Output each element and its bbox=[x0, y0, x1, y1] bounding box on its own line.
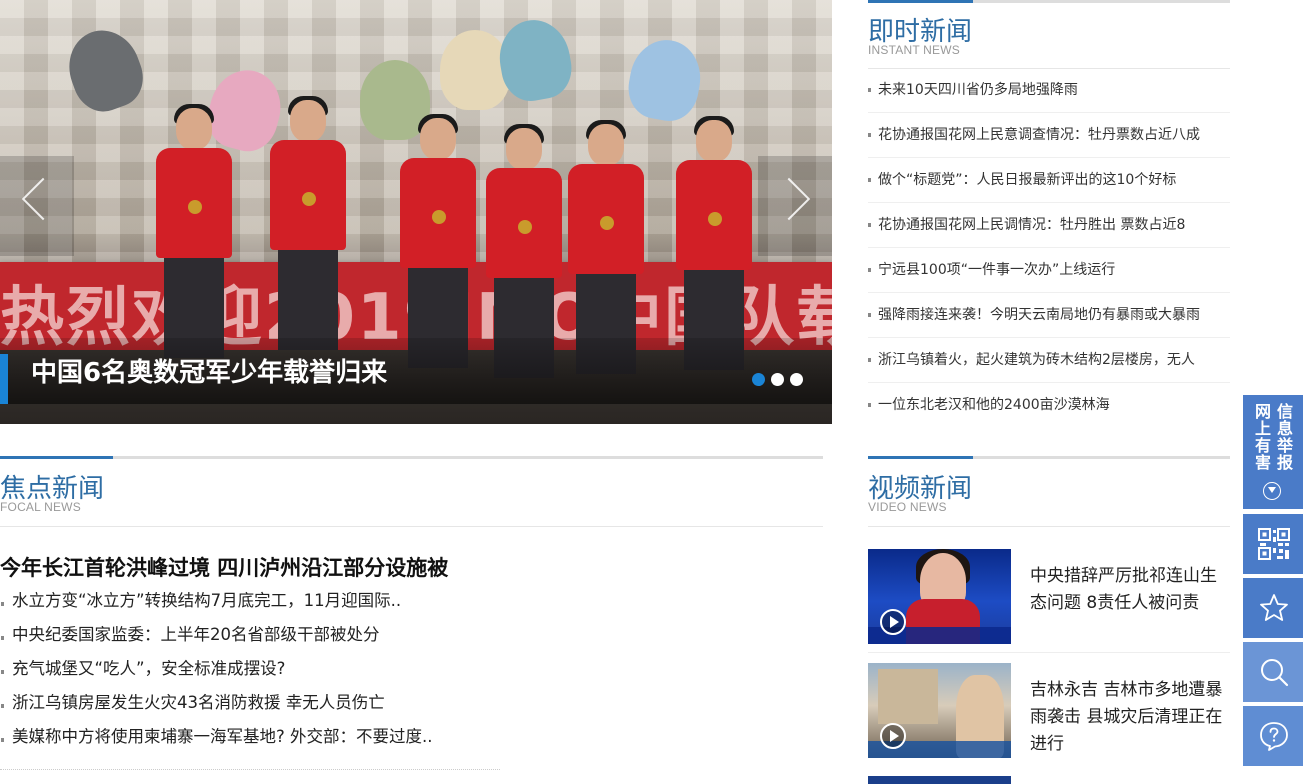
focal-headline[interactable]: 今年长江首轮洪峰过境 四川泸州沿江部分设施被 bbox=[0, 552, 448, 582]
news-item[interactable]: 中央纪委国家监委：上半年20名省部级干部被处分 bbox=[0, 621, 500, 655]
slider-caption[interactable]: 中国6名奥数冠军少年载誉归来 bbox=[31, 352, 387, 389]
caption-accent bbox=[0, 354, 8, 404]
news-item[interactable]: 未来10天四川省仍多局地强降雨 bbox=[868, 68, 1230, 113]
report-harmful-info-button[interactable]: 信 息 举 报 网 上 有 害 bbox=[1243, 395, 1303, 509]
slider-dot[interactable] bbox=[752, 373, 765, 386]
page: 热烈欢迎2019IMO中国队载誉 中国6名奥数冠军少年载誉归来 即时新闻 INS… bbox=[0, 0, 1303, 784]
slider-prev-button[interactable] bbox=[0, 156, 74, 256]
slider-next-button[interactable] bbox=[758, 156, 832, 256]
instant-news-list: 未来10天四川省仍多局地强降雨 花协通报国花网上民意调查情况：牡丹票数占近八成 … bbox=[868, 68, 1230, 428]
news-item[interactable]: 水立方变“冰立方”转换结构7月底完工，11月迎国际.. bbox=[0, 587, 500, 621]
search-icon bbox=[1261, 659, 1289, 687]
help-button[interactable] bbox=[1243, 706, 1303, 766]
video-item: 吉林永吉 吉林市多地遭暴雨袭击 县城灾后清理正在进行 bbox=[868, 663, 1230, 763]
play-icon[interactable] bbox=[880, 723, 906, 749]
help-icon bbox=[1260, 722, 1288, 751]
student-figure bbox=[148, 104, 238, 368]
news-item[interactable]: 浙江乌镇着火，起火建筑为砖木结构2层楼房，无人 bbox=[868, 338, 1230, 383]
play-icon[interactable] bbox=[880, 609, 906, 635]
video-thumbnail[interactable] bbox=[868, 549, 1011, 644]
news-item[interactable]: 宁远县100项“一件事一次办”上线运行 bbox=[868, 248, 1230, 293]
news-item[interactable]: 强降雨接连来袭！今明天云南局地仍有暴雨或大暴雨 bbox=[868, 293, 1230, 338]
news-item[interactable]: 充气城堡又“吃人”，安全标准成摆设? bbox=[0, 655, 500, 689]
search-button[interactable] bbox=[1243, 642, 1303, 702]
video-news-header: 视频新闻 VIDEO NEWS bbox=[868, 456, 1230, 527]
section-subtitle: VIDEO NEWS bbox=[868, 500, 947, 514]
news-item[interactable]: 美媒称中方将使用柬埔寨一海军基地? 外交部：不要过度.. bbox=[0, 723, 500, 757]
bouquet bbox=[440, 30, 510, 110]
chevron-down-icon bbox=[1263, 482, 1281, 500]
section-subtitle: FOCAL NEWS bbox=[0, 500, 81, 514]
favorite-button[interactable] bbox=[1243, 578, 1303, 638]
video-title[interactable]: 中央措辞严厉批祁连山生态问题 8责任人被问责 bbox=[1030, 563, 1230, 617]
video-thumbnail[interactable] bbox=[868, 663, 1011, 758]
news-item[interactable]: 花协通报国花网上民调情况：牡丹胜出 票数占近8 bbox=[868, 203, 1230, 248]
video-item: 中央措辞严厉批祁连山生态问题 8责任人被问责 bbox=[868, 549, 1230, 649]
focal-news-header: 焦点新闻 FOCAL NEWS bbox=[0, 456, 823, 527]
slider-dot[interactable] bbox=[771, 373, 784, 386]
news-item[interactable]: 浙江乌镇房屋发生火灾43名消防救援 幸无人员伤亡 bbox=[0, 689, 500, 723]
qr-code-button[interactable] bbox=[1243, 514, 1303, 574]
video-title[interactable]: 吉林永吉 吉林市多地遭暴雨袭击 县城灾后清理正在进行 bbox=[1030, 677, 1230, 758]
photo-slider[interactable]: 热烈欢迎2019IMO中国队载誉 中国6名奥数冠军少年载誉归来 bbox=[0, 0, 832, 424]
slider-dots bbox=[752, 373, 803, 386]
news-item[interactable]: 花协通报国花网上民意调查情况：牡丹票数占近八成 bbox=[868, 113, 1230, 158]
slider-dot[interactable] bbox=[790, 373, 803, 386]
focal-news-list: 水立方变“冰立方”转换结构7月底完工，11月迎国际.. 中央纪委国家监委：上半年… bbox=[0, 587, 500, 757]
student-figure bbox=[262, 96, 352, 360]
section-subtitle: INSTANT NEWS bbox=[868, 43, 960, 57]
video-thumbnail[interactable] bbox=[868, 776, 1011, 784]
star-icon bbox=[1260, 594, 1288, 621]
news-item[interactable]: 做个“标题党”：人民日报最新评出的这10个好标 bbox=[868, 158, 1230, 203]
chevron-left-icon bbox=[21, 177, 65, 221]
news-item[interactable]: 一位东北老汉和他的2400亩沙漠林海 bbox=[868, 383, 1230, 428]
instant-news-header: 即时新闻 INSTANT NEWS bbox=[868, 0, 1230, 69]
report-label: 信 息 举 报 网 上 有 害 bbox=[1254, 402, 1293, 472]
chevron-right-icon bbox=[767, 177, 811, 221]
qr-code-icon bbox=[1258, 528, 1290, 560]
